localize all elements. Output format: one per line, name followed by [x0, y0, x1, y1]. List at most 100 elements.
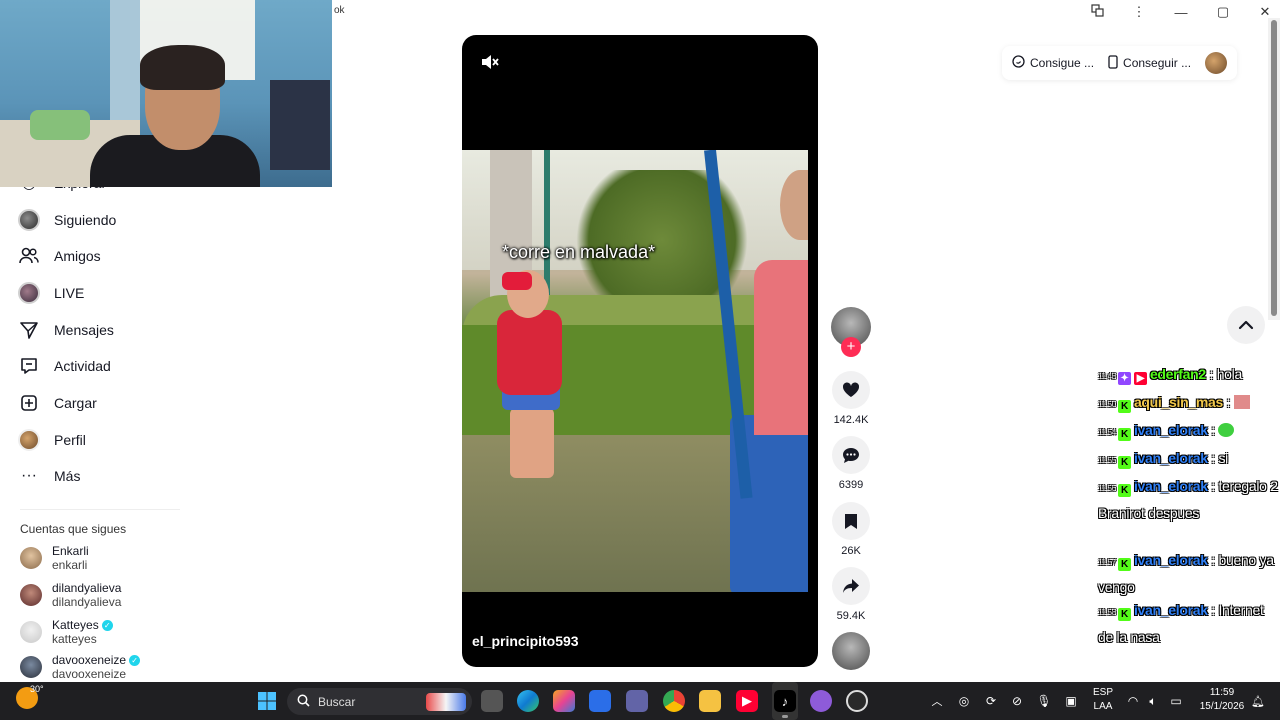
battery-icon[interactable]: ▭ [1166, 682, 1186, 720]
sidebar-item-actividad[interactable]: Actividad [18, 351, 111, 381]
get-app-button[interactable]: Conseguir ... [1108, 54, 1191, 72]
account-handle: enkarli [52, 558, 88, 572]
get-coins-button[interactable]: Consigue ... [1012, 55, 1094, 71]
profile-avatar[interactable] [1205, 52, 1228, 74]
account-name: Enkarli [52, 544, 89, 558]
chrome-icon [663, 690, 685, 712]
sidebar-item-label: Cargar [54, 395, 97, 411]
chat-message: 11:57 Kivan_elorak : bueno ya vengo [1098, 552, 1274, 595]
verified-badge-icon: ✓ [101, 620, 113, 631]
language-code: ESP [1092, 687, 1113, 698]
video-player[interactable]: *corre en malvada* el_principito593 [462, 35, 818, 667]
sidebar-item-label: LIVE [54, 285, 85, 301]
share-button[interactable]: 59.4K [830, 567, 872, 622]
chat-time: 11:57 [1098, 558, 1116, 567]
creator-avatar[interactable]: + [830, 307, 872, 357]
minimize-button[interactable]: — [1174, 5, 1188, 20]
camera-off-icon[interactable]: ⊘ [1008, 682, 1026, 720]
bookmark-icon [832, 502, 870, 540]
sidebar-item-cargar[interactable]: Cargar [18, 388, 97, 418]
file-explorer-button[interactable] [698, 682, 722, 720]
following-account[interactable]: davooxeneize ✓ davooxeneize [20, 652, 141, 682]
kick-badge-icon: K [1117, 428, 1131, 441]
follow-plus-icon[interactable]: + [841, 337, 861, 357]
streaming-app-button[interactable] [809, 682, 833, 720]
kick-badge-icon: K [1117, 558, 1131, 571]
teams-button[interactable] [625, 682, 649, 720]
system-clock[interactable]: 11:59 15/1/2026 [1194, 686, 1250, 714]
wifi-icon[interactable]: ◠ [1124, 682, 1142, 720]
start-button[interactable] [255, 682, 279, 720]
more-vertical-icon[interactable]: ⋮ [1132, 4, 1146, 20]
upload-icon [18, 392, 40, 414]
teams-icon [626, 690, 648, 712]
emote-red-icon [1233, 395, 1250, 409]
copilot-button[interactable] [552, 682, 576, 720]
sidebar-item-label: Amigos [54, 248, 101, 264]
obs-button[interactable] [845, 682, 869, 720]
chat-message: 11:55 Kivan_elorak : si [1098, 450, 1228, 469]
muted-speaker-icon[interactable] [480, 53, 500, 76]
clock-time: 11:59 [1209, 687, 1235, 698]
comment-button[interactable]: 6399 [830, 436, 872, 491]
tray-app-icon[interactable]: ◎ [955, 682, 973, 720]
avatar [20, 621, 42, 643]
chat-text: hola [1216, 366, 1243, 382]
translate-icon[interactable] [1090, 4, 1104, 20]
notification-bell-icon[interactable]: 🔔︎ [1250, 682, 1266, 720]
tiktok-button[interactable]: ♪ [772, 682, 798, 720]
chat-time: 11:55 [1098, 456, 1116, 465]
chrome-button[interactable] [662, 682, 686, 720]
save-button[interactable]: 26K [830, 502, 872, 557]
youtube-button[interactable]: ▶ [735, 682, 759, 720]
tab-title-fragment: ok [334, 5, 345, 16]
chat-user: ivan_elorak [1133, 602, 1208, 618]
sidebar-item-label: Perfil [54, 432, 86, 448]
save-count: 26K [841, 545, 861, 557]
video-frame: *corre en malvada* [462, 150, 808, 592]
sidebar-item-perfil[interactable]: Perfil [18, 425, 86, 455]
sidebar-item-amigos[interactable]: Amigos [18, 241, 101, 271]
account-handle: davooxeneize [52, 667, 127, 681]
clock-date: 15/1/2026 [1199, 701, 1245, 712]
chat-message: 11:58 Kivan_elorak : Internet de la nasa [1098, 602, 1264, 645]
store-button[interactable] [588, 682, 612, 720]
tiktok-icon: ♪ [774, 690, 796, 712]
account-handle: katteyes [52, 632, 97, 646]
chat-message: 11:56 Kivan_elorak : teregalo 2 Branirot … [1098, 478, 1278, 521]
account-name: davooxeneize [52, 653, 127, 667]
twitch-badge-icon: ✦ [1117, 372, 1131, 385]
tray-window-icon[interactable]: ▣ [1062, 682, 1080, 720]
following-account[interactable]: Enkarli enkarli [20, 541, 89, 575]
weather-widget[interactable]: 30° [16, 684, 44, 711]
chat-text: si [1218, 450, 1228, 466]
sidebar-item-mas[interactable]: ··· Más [18, 461, 80, 491]
sidebar-item-label: Más [54, 468, 81, 484]
coin-icon [1012, 55, 1025, 71]
sync-icon[interactable]: ⟳ [982, 682, 1000, 720]
scrollbar-thumb[interactable] [1271, 20, 1277, 316]
following-account[interactable]: dilandyalieva dilandyalieva [20, 578, 121, 612]
page-scrollbar[interactable] [1268, 18, 1280, 320]
task-view-button[interactable] [480, 682, 504, 720]
music-disc-avatar[interactable] [830, 632, 872, 670]
sidebar: ◎ Explorar Siguiendo Amigos LIVE Mensaje… [0, 175, 190, 682]
edge-button[interactable] [516, 682, 540, 720]
sidebar-item-siguiendo[interactable]: Siguiendo [18, 205, 116, 235]
following-account[interactable]: Katteyes ✓ katteyes [20, 615, 113, 649]
show-hidden-icons[interactable]: ︿ [928, 682, 946, 720]
sidebar-item-mensajes[interactable]: Mensajes [18, 315, 114, 345]
heart-icon [832, 371, 870, 409]
taskbar-search[interactable]: Buscar [287, 688, 472, 715]
like-button[interactable]: 142.4K [830, 371, 872, 426]
previous-video-button[interactable] [1227, 306, 1265, 344]
microphone-icon[interactable]: 🎙︎ [1035, 682, 1053, 720]
video-author[interactable]: el_principito593 [472, 633, 579, 649]
sidebar-item-live[interactable]: LIVE [18, 278, 84, 308]
avatar [20, 584, 42, 606]
maximize-button[interactable]: ▢ [1216, 4, 1230, 20]
friends-icon [18, 245, 40, 267]
keyboard-layout: LAA [1093, 701, 1113, 712]
volume-icon[interactable]: 🔈︎ [1144, 682, 1162, 720]
language-indicator[interactable]: ESP LAA [1090, 686, 1116, 714]
